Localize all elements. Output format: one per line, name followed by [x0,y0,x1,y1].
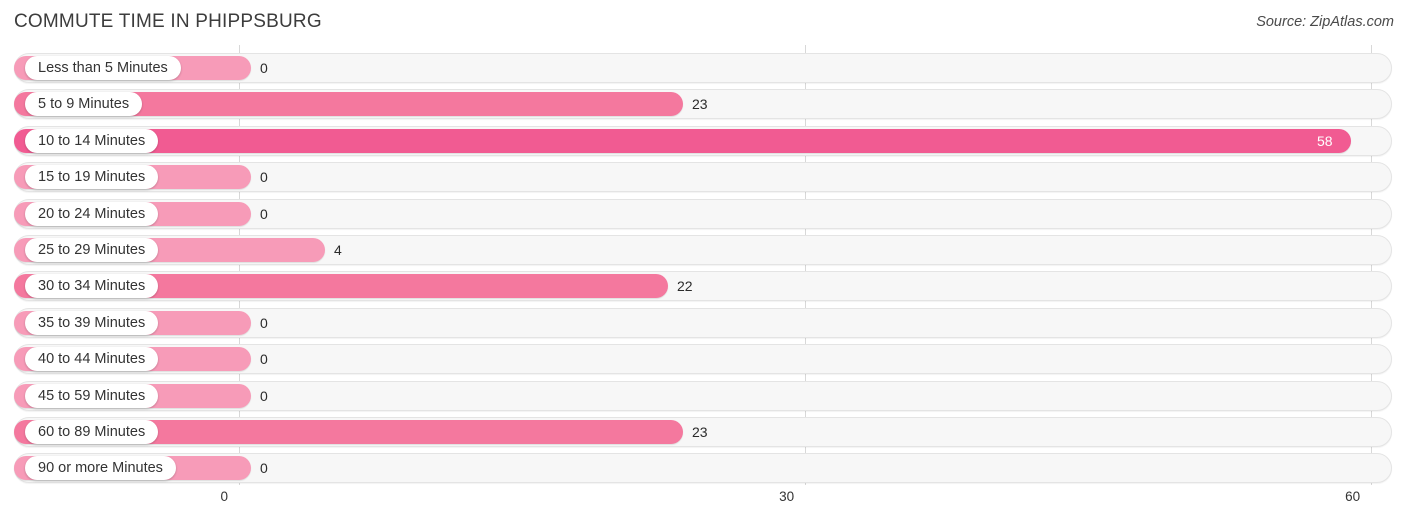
bar-value-label: 23 [692,424,708,440]
bar-value-label: 0 [260,169,268,186]
bar-value-label: 0 [260,314,268,331]
bar-category-label: 90 or more Minutes [25,456,176,481]
x-axis: 0 30 60 [0,485,1406,523]
bar-row[interactable]: 10 to 14 Minutes 58 [14,125,1392,156]
bar-category-label: 15 to 19 Minutes [25,165,159,190]
bar-row[interactable]: 60 to 89 Minutes 23 [14,417,1392,447]
bar-value-label: 23 [692,96,708,113]
bar-row[interactable]: 20 to 24 Minutes 0 [14,198,1392,229]
bar-value-label-inside: 58 [1317,132,1333,149]
x-axis-tick-label: 0 [220,489,228,504]
bar-value-label: 0 [260,351,268,368]
bar-row[interactable]: 25 to 29 Minutes 4 [14,235,1392,265]
source-attribution: Source: ZipAtlas.com [1256,14,1394,30]
bar-category-label: 60 to 89 Minutes [25,420,159,444]
x-axis-tick-label: 30 [779,489,795,504]
bar-value-label: 0 [260,387,268,404]
bar-category-label: 35 to 39 Minutes [25,310,159,335]
bar-row[interactable]: 40 to 44 Minutes 0 [14,344,1392,375]
bar-row[interactable]: 30 to 34 Minutes 22 [14,271,1392,302]
bar-category-label: 45 to 59 Minutes [25,383,159,408]
chart-header: COMMUTE TIME IN PHIPPSBURG Source: ZipAt… [0,0,1406,45]
page-title: COMMUTE TIME IN PHIPPSBURG [14,11,322,32]
bar-row[interactable]: 35 to 39 Minutes 0 [14,307,1392,338]
value-bar[interactable] [14,128,1351,153]
bar-category-label: 20 to 24 Minutes [25,201,159,226]
bar-row[interactable]: 15 to 19 Minutes 0 [14,162,1392,193]
chart-plot-area: Less than 5 Minutes 0 5 to 9 Minutes 23 10 t… [0,45,1406,485]
bar-value-label: 22 [677,278,693,295]
bar-value-label: 0 [260,60,268,76]
x-axis-tick-label: 60 [1345,489,1361,504]
bar-category-label: 25 to 29 Minutes [25,238,159,262]
bar-value-label: 0 [260,205,268,222]
bar-category-label: 40 to 44 Minutes [25,347,159,372]
bar-rows: Less than 5 Minutes 0 5 to 9 Minutes 23 10 t… [0,45,1406,485]
bar-category-label: 30 to 34 Minutes [25,274,159,299]
bar-category-label: Less than 5 Minutes [25,56,181,80]
bar-category-label: 10 to 14 Minutes [25,128,159,153]
bar-row[interactable]: Less than 5 Minutes 0 [14,53,1392,83]
bar-category-label: 5 to 9 Minutes [25,92,143,117]
bar-value-label: 0 [260,460,268,477]
bar-row[interactable]: 45 to 59 Minutes 0 [14,380,1392,411]
bar-row[interactable]: 5 to 9 Minutes 23 [14,89,1392,120]
bar-row[interactable]: 90 or more Minutes 0 [14,453,1392,484]
bar-value-label: 4 [334,242,342,258]
